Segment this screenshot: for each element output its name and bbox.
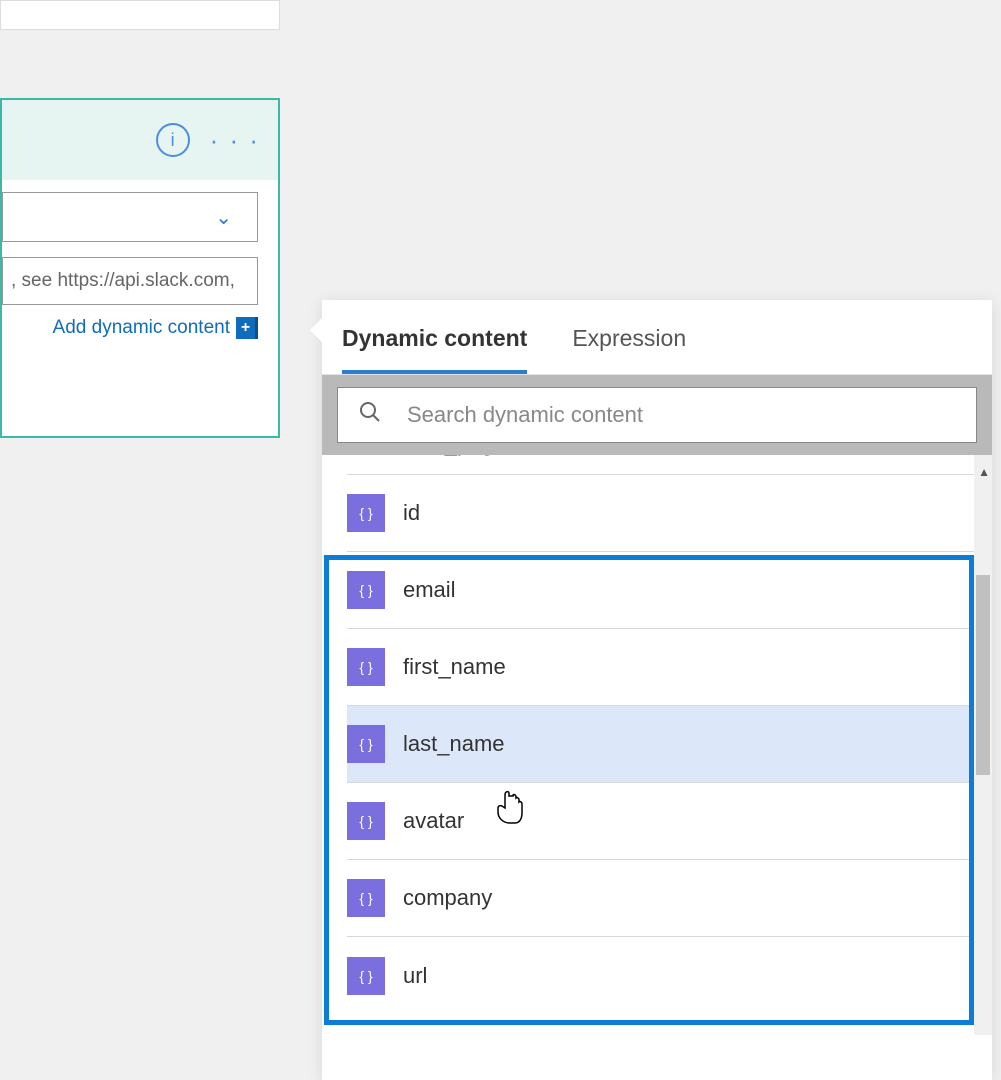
tab-expression[interactable]: Expression xyxy=(572,325,686,374)
add-dynamic-content-row: Add dynamic content + xyxy=(2,305,278,339)
list-item[interactable]: { } url xyxy=(347,937,977,1014)
search-input[interactable]: Search dynamic content xyxy=(337,387,977,443)
chevron-down-icon: ⌄ xyxy=(215,205,232,230)
flyout-caret xyxy=(310,318,322,342)
scroll-content: { } total_pages { } id { } email { } fir… xyxy=(322,455,992,1014)
variable-icon: { } xyxy=(347,802,385,840)
item-label: first_name xyxy=(403,654,506,680)
item-label: email xyxy=(403,577,456,603)
input-placeholder-text: , see https://api.slack.com, xyxy=(11,270,235,292)
info-icon[interactable]: i xyxy=(156,123,190,157)
action-body: ⌄ , see https://api.slack.com, Add dynam… xyxy=(2,180,278,351)
item-label: total_pages xyxy=(403,455,517,457)
add-dynamic-content-link[interactable]: Add dynamic content xyxy=(53,317,230,339)
variable-icon: { } xyxy=(347,571,385,609)
items-container: ▲ { } total_pages { } id { } email { } f… xyxy=(322,455,992,1035)
action-card: i · · · ⌄ , see https://api.slack.com, A… xyxy=(0,98,280,438)
list-item[interactable]: { } company xyxy=(347,860,977,937)
action-header: i · · · xyxy=(2,100,278,180)
tab-dynamic-content[interactable]: Dynamic content xyxy=(342,325,527,374)
list-item[interactable]: { } avatar xyxy=(347,783,977,860)
variable-icon: { } xyxy=(347,494,385,532)
item-label: last_name xyxy=(403,731,505,757)
list-item[interactable]: { } first_name xyxy=(347,629,977,706)
list-item[interactable]: { } id xyxy=(347,475,977,552)
item-label: company xyxy=(403,885,492,911)
variable-icon: { } xyxy=(347,957,385,995)
item-label: url xyxy=(403,963,427,989)
ellipsis-icon[interactable]: · · · xyxy=(210,135,260,145)
item-label: id xyxy=(403,500,420,526)
dynamic-content-flyout: Dynamic content Expression Search dynami… xyxy=(322,300,992,1080)
tabs: Dynamic content Expression xyxy=(322,300,992,375)
message-input[interactable]: , see https://api.slack.com, xyxy=(2,257,258,305)
variable-icon: { } xyxy=(347,879,385,917)
search-bar-container: Search dynamic content xyxy=(322,375,992,455)
list-item[interactable]: { } email xyxy=(347,552,977,629)
item-label: avatar xyxy=(403,808,464,834)
top-partial-card xyxy=(0,0,280,30)
scrollbar-thumb[interactable] xyxy=(976,575,990,775)
search-placeholder: Search dynamic content xyxy=(407,402,643,428)
list-item[interactable]: { } total_pages xyxy=(347,455,977,475)
dropdown-field[interactable]: ⌄ xyxy=(2,192,258,242)
variable-icon: { } xyxy=(347,648,385,686)
list-item[interactable]: { } last_name xyxy=(347,706,977,783)
variable-icon: { } xyxy=(347,725,385,763)
plus-icon[interactable]: + xyxy=(236,317,258,339)
search-icon xyxy=(358,400,382,430)
scroll-arrow-up-icon[interactable]: ▲ xyxy=(978,465,990,479)
scrollbar-track[interactable]: ▲ xyxy=(974,455,992,1035)
